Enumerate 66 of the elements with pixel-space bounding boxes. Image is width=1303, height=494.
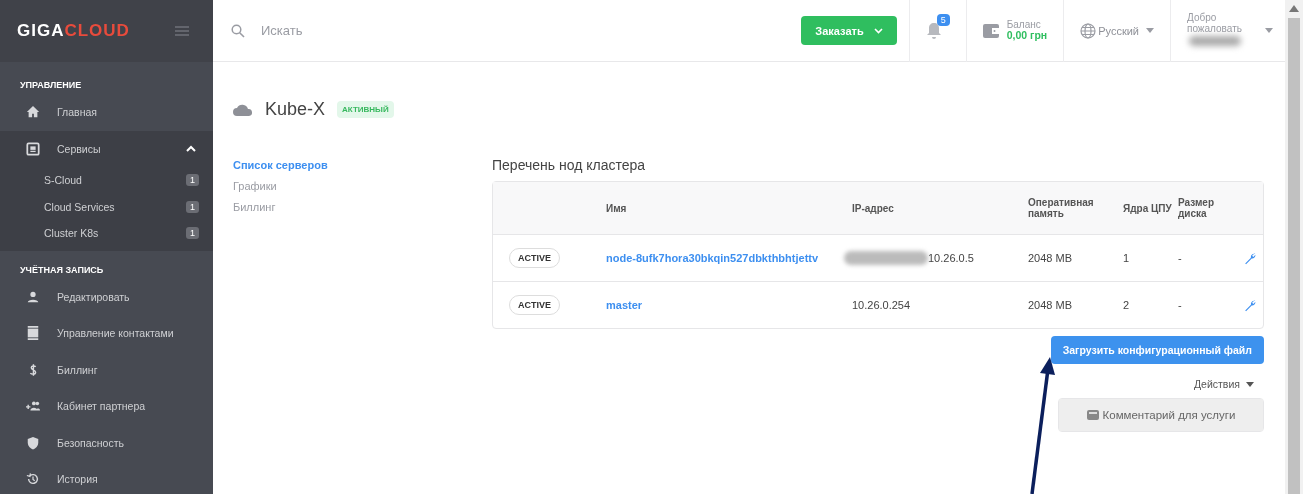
table-cell-text: 2 [1123,299,1131,311]
redacted-name [1187,34,1243,48]
sidebar-item[interactable]: Редактировать [57,290,130,303]
column-header: Оперативная память [1028,197,1095,219]
sidebar-item[interactable]: Сервисы [57,142,101,155]
shield-icon [26,435,40,450]
card-icon [26,141,40,156]
balance-label: Баланс [1006,19,1042,31]
column-header: Размер диска [1178,197,1215,219]
comment-icon [1086,409,1099,421]
service-title: Kube-X [265,99,326,120]
column-header: Ядра ЦПУ [1123,202,1173,214]
menu-item[interactable]: Комментарий для услуги [1059,399,1263,431]
scrollbar[interactable] [1285,0,1303,494]
chevron-icon [873,27,883,34]
contacts-icon [26,326,40,341]
caret-icon [1265,28,1273,33]
wrench-icon[interactable] [1244,251,1257,265]
sidebar-item[interactable]: Безопасность [57,436,124,449]
column-header: IP-адрес [852,202,895,214]
home-icon [26,105,40,120]
table-cell: 10.26.0.5 [928,252,974,264]
sidebar-subitem[interactable]: Cluster K8s [44,227,99,240]
sidebar-subitem[interactable]: Cloud Services [44,200,115,213]
node-link[interactable]: master [606,297,643,313]
sidebar-subitem[interactable]: S-Cloud [44,174,82,187]
table-cell-text: 2048 MB [1028,252,1074,264]
section-header: УЧЁТНАЯ ЗАПИСЬ [19,263,105,277]
node-link[interactable]: node-8ufk7hora30bkqin527dbkthbhtjettv [606,250,819,266]
cloud-icon [233,103,253,116]
notification-count: 5 [936,13,950,26]
sidebar-item[interactable]: Управление контактами [57,327,174,340]
caret-icon [1246,381,1254,387]
count-badge: 1 [186,174,199,187]
history-icon [26,472,40,487]
table-cell: 10.26.0.254 [852,299,911,311]
language-selector[interactable]: Русский [1098,24,1139,37]
sidebar-item[interactable]: Биллинг [57,363,98,376]
column-header: Имя [606,202,628,214]
table-cell-text: - [1178,299,1183,311]
subnav-link[interactable]: Список серверов [233,159,492,171]
status-badge: АКТИВНЫЙ [337,101,394,118]
scroll-up-icon[interactable] [1289,5,1299,12]
balance-value: 0,00 грн [1006,30,1048,42]
search-icon [231,23,245,38]
user-icon [26,289,40,304]
section-header: УПРАВЛЕНИЕ [19,79,83,92]
logo[interactable]: GIGACLOUD [17,21,130,41]
table-title: Перечень нод кластера [492,157,647,173]
wrench-icon[interactable] [1244,298,1257,312]
table-cell-text: 2048 MB [1028,299,1074,311]
count-badge: 1 [186,227,199,240]
sidebar-item[interactable]: Кабинет партнера [57,400,146,413]
sidebar-item[interactable]: Главная [57,106,97,119]
globe-icon [1080,22,1097,39]
caret-icon [1146,28,1154,33]
bell-icon[interactable] [925,21,942,40]
menu-icon[interactable] [175,26,189,36]
sidebar-item[interactable]: История [57,473,98,486]
actions-dropdown[interactable]: Действия [1194,378,1240,390]
table-cell-text: - [1178,252,1183,264]
count-badge: 1 [186,200,199,213]
upload-config-button[interactable]: Загрузить конфигурационный файл [1050,336,1264,364]
chevron-icon[interactable] [186,144,196,153]
table-cell-text: 1 [1123,252,1131,264]
wallet-icon [982,23,999,38]
